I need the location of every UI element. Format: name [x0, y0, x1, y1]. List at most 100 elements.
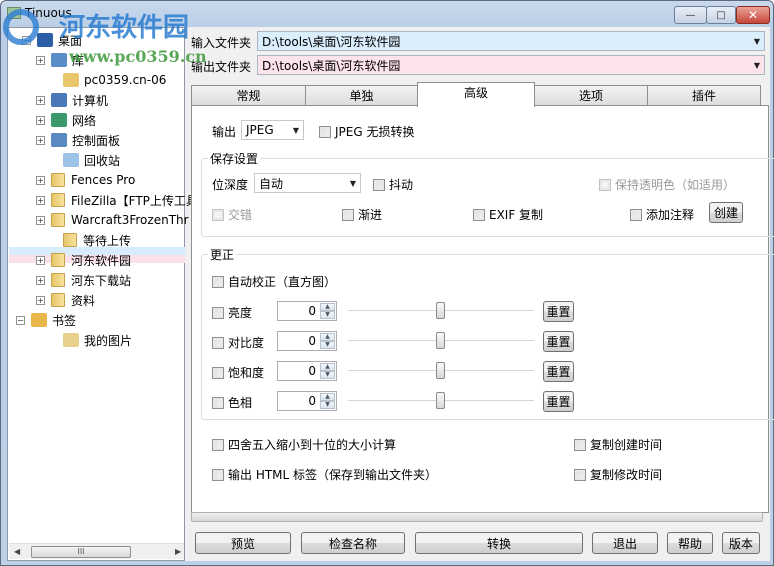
expand-icon[interactable]: +	[36, 95, 45, 105]
spin-up-icon[interactable]: ▲	[320, 363, 335, 371]
interlace-checkbox[interactable]: 交错	[212, 206, 252, 223]
expand-icon[interactable]: +	[36, 255, 45, 265]
create-comment-button[interactable]: 创建	[709, 202, 743, 223]
saturation-slider[interactable]	[348, 361, 534, 381]
tree-item[interactable]: + 河东下载站	[36, 270, 131, 290]
checkbox-box[interactable]	[599, 178, 611, 191]
spin-up-icon[interactable]: ▲	[320, 333, 335, 341]
spin-down-icon[interactable]: ▼	[320, 371, 335, 379]
hue-spinner[interactable]: 0 ▲ ▼	[277, 391, 337, 411]
tree-item[interactable]: + Fences Pro	[36, 170, 135, 190]
bit-depth-select[interactable]: 自动 ▼	[254, 173, 361, 193]
round-size-checkbox[interactable]: 四舍五入缩小到十位的大小计算	[212, 436, 396, 453]
checkbox-box[interactable]	[212, 396, 224, 409]
collapse-icon[interactable]: −	[22, 35, 31, 45]
tree-item[interactable]: pc0359.cn-06	[48, 70, 166, 90]
contrast-slider[interactable]	[348, 331, 534, 351]
tree-horizontal-scrollbar[interactable]: ◀ III ▶	[9, 543, 184, 559]
checkbox-box[interactable]	[212, 208, 224, 221]
expand-icon[interactable]: +	[36, 195, 45, 205]
checkbox-box[interactable]	[212, 468, 224, 481]
input-folder-combo[interactable]: D:\tools\桌面\河东软件园 ▼	[257, 31, 765, 51]
spin-up-icon[interactable]: ▲	[320, 303, 335, 311]
tab-advanced[interactable]: 高级	[417, 82, 535, 107]
expand-icon[interactable]: +	[36, 135, 45, 145]
checkbox-box[interactable]	[574, 438, 586, 451]
spinner-value[interactable]: 0	[308, 364, 316, 378]
exit-button[interactable]: 退出	[592, 532, 658, 554]
tab-plugins[interactable]: 插件	[647, 85, 761, 106]
scrollbar-thumb[interactable]: III	[31, 546, 131, 558]
checkbox-box[interactable]	[319, 125, 331, 138]
check-names-button[interactable]: 检查名称	[301, 532, 405, 554]
output-format-select[interactable]: JPEG ▼	[241, 120, 304, 140]
expand-icon[interactable]: +	[36, 295, 45, 305]
saturation-spinner[interactable]: 0 ▲ ▼	[277, 361, 337, 381]
checkbox-box[interactable]	[212, 336, 224, 349]
spinner-value[interactable]: 0	[308, 334, 316, 348]
hue-checkbox[interactable]: 色相	[212, 394, 252, 411]
jpeg-lossless-checkbox[interactable]: JPEG 无损转换	[319, 123, 414, 140]
hue-reset-button[interactable]: 重置	[543, 391, 574, 412]
tree-item[interactable]: + 资料	[36, 290, 95, 310]
tree-item[interactable]: + Warcraft3FrozenThr	[36, 210, 189, 230]
tree-item[interactable]: + FileZilla【FTP上传工具	[36, 190, 198, 210]
tree-item[interactable]: 等待上传	[48, 230, 131, 250]
saturation-reset-button[interactable]: 重置	[543, 361, 574, 382]
progressive-checkbox[interactable]: 渐进	[342, 206, 382, 223]
checkbox-box[interactable]	[574, 468, 586, 481]
version-button[interactable]: 版本	[722, 532, 760, 554]
expand-icon[interactable]: +	[36, 55, 45, 65]
brightness-checkbox[interactable]: 亮度	[212, 304, 252, 321]
checkbox-box[interactable]	[212, 306, 224, 319]
contrast-reset-button[interactable]: 重置	[543, 331, 574, 352]
scroll-right-arrow-icon[interactable]: ▶	[175, 547, 181, 556]
checkbox-box[interactable]	[630, 208, 642, 221]
copy-created-time-checkbox[interactable]: 复制创建时间	[574, 436, 662, 453]
slider-thumb[interactable]	[436, 392, 445, 409]
tree-item[interactable]: 回收站	[48, 150, 120, 170]
checkbox-box[interactable]	[212, 438, 224, 451]
checkbox-box[interactable]	[373, 178, 385, 191]
tab-options[interactable]: 选项	[534, 85, 648, 106]
tree-item[interactable]: + 河东软件园	[36, 250, 131, 270]
dropdown-arrow-icon[interactable]: ▼	[293, 126, 299, 135]
expand-icon[interactable]: +	[36, 215, 45, 225]
tab-general[interactable]: 常规	[191, 85, 306, 106]
expand-icon[interactable]: +	[36, 115, 45, 125]
expand-icon[interactable]: +	[36, 175, 45, 185]
spinner-value[interactable]: 0	[308, 304, 316, 318]
exif-copy-checkbox[interactable]: EXIF 复制	[473, 206, 543, 223]
expand-icon[interactable]: +	[36, 275, 45, 285]
spin-down-icon[interactable]: ▼	[320, 311, 335, 319]
spin-down-icon[interactable]: ▼	[320, 401, 335, 409]
preview-button[interactable]: 预览	[195, 532, 291, 554]
convert-button[interactable]: 转换	[415, 532, 583, 554]
maximize-button[interactable]: □	[706, 6, 736, 24]
tree-item[interactable]: + 网络	[36, 110, 96, 130]
checkbox-box[interactable]	[212, 275, 224, 288]
tab-individual[interactable]: 单独	[305, 85, 418, 106]
auto-correct-checkbox[interactable]: 自动校正（直方图）	[212, 273, 336, 290]
dropdown-arrow-icon[interactable]: ▼	[350, 179, 356, 188]
minimize-button[interactable]: —	[674, 6, 707, 24]
copy-modified-time-checkbox[interactable]: 复制修改时间	[574, 466, 662, 483]
checkbox-box[interactable]	[473, 208, 485, 221]
output-folder-combo[interactable]: D:\tools\桌面\河东软件园 ▼	[257, 55, 765, 75]
checkbox-box[interactable]	[342, 208, 354, 221]
keep-transparent-checkbox[interactable]: 保持透明色（如适用）	[599, 176, 735, 193]
slider-thumb[interactable]	[436, 362, 445, 379]
output-html-checkbox[interactable]: 输出 HTML 标签（保存到输出文件夹）	[212, 466, 437, 483]
tree-item[interactable]: + 控制面板	[36, 130, 120, 150]
dropdown-arrow-icon[interactable]: ▼	[754, 61, 760, 70]
tree-item[interactable]: + 计算机	[36, 90, 108, 110]
brightness-reset-button[interactable]: 重置	[543, 301, 574, 322]
help-button[interactable]: 帮助	[667, 532, 713, 554]
title-bar[interactable]: Tinuous — □ ✕	[1, 1, 773, 27]
tree-item[interactable]: 我的图片	[48, 330, 132, 350]
collapse-icon[interactable]: −	[16, 315, 25, 325]
close-button[interactable]: ✕	[736, 6, 770, 24]
folder-tree[interactable]: ◀ III ▶ − 桌面 + 库 pc0359.cn-06 + 计算机 + 网络 + 控制面板 回收站…	[7, 27, 198, 561]
slider-thumb[interactable]	[436, 332, 445, 349]
scroll-left-arrow-icon[interactable]: ◀	[14, 547, 20, 556]
